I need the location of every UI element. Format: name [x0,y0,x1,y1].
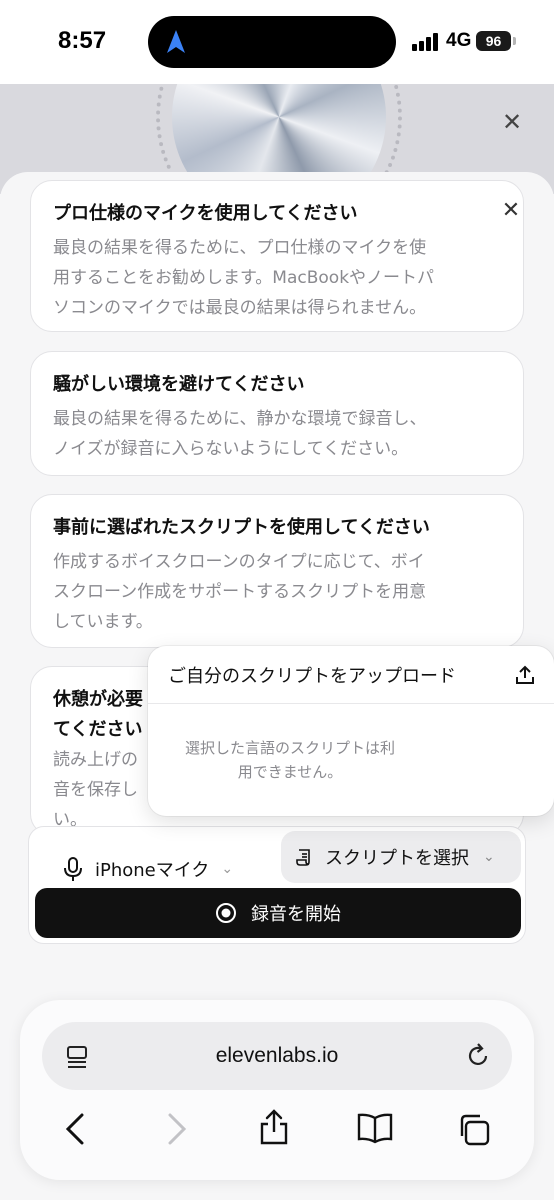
upload-icon [516,665,534,684]
microphone-label: iPhoneマイク [95,860,210,881]
tip-card-microphone: プロ仕様のマイクを使用してください 最良の結果を得るために、プロ仕様のマイクを使… [30,180,524,332]
upload-script-option[interactable]: ご自分のスクリプトをアップロード [148,646,554,704]
browser-toolbar: elevenlabs.io [20,1000,534,1180]
start-recording-button[interactable]: 録音を開始 [35,888,521,938]
tip-body: 最良の結果を得るために、プロ仕様のマイクを使 用することをお勧めします。MacB… [53,238,435,318]
tabs-icon[interactable] [456,1112,492,1148]
recording-controls: iPhoneマイク ⌄ スクリプトを選択 ⌄ 録音を開始 [28,826,526,944]
forward-icon[interactable] [166,1112,188,1146]
signal-icon [412,33,438,51]
tip-body: 最良の結果を得るために、静かな環境で録音し、 ノイズが録音に入らないようにしてく… [53,409,427,459]
script-select[interactable]: スクリプトを選択 ⌄ [281,831,521,883]
back-icon[interactable] [64,1112,86,1146]
script-select-label: スクリプトを選択 [325,848,469,869]
battery-tip [513,37,516,45]
dynamic-island [148,16,396,68]
tip-body: 作成するボイスクローンのタイプに応じて、ボイ スクローン作成をサポートするスクリ… [53,552,427,632]
tip-title: 騒がしい環境を避けてください [53,374,305,395]
status-bar: 8:57 4G 96 [0,0,554,84]
upload-script-label: ご自分のスクリプトをアップロード [168,665,456,687]
script-icon [296,849,310,866]
tip-title: 事前に選ばれたスクリプトを使用してください [53,517,430,538]
record-icon [216,903,236,923]
reload-icon[interactable] [464,1042,492,1070]
address-bar[interactable]: elevenlabs.io [42,1022,512,1090]
location-arrow-icon [167,30,185,53]
close-icon[interactable]: ✕ [499,199,523,223]
microphone-icon [64,857,82,881]
tip-card-script: 事前に選ばれたスクリプトを使用してください 作成するボイスクローンのタイプに応じ… [30,494,524,648]
tip-card-environment: 騒がしい環境を避けてください 最良の結果を得るために、静かな環境で録音し、 ノイ… [30,351,524,476]
battery-indicator: 96 [476,31,511,51]
status-time: 8:57 [58,27,107,54]
chevron-down-icon: ⌄ [221,861,234,877]
share-icon[interactable] [258,1108,290,1146]
chevron-down-icon: ⌄ [483,849,495,865]
network-type: 4G [446,30,472,51]
script-dropdown: ご自分のスクリプトをアップロード 選択した言語のスクリプトは利 用できません。 [148,646,554,816]
bookmarks-icon[interactable] [356,1112,394,1144]
start-recording-label: 録音を開始 [251,904,341,925]
url-text: elevenlabs.io [215,1044,339,1067]
no-scripts-message: 選択した言語のスクリプトは利 用できません。 [184,739,395,781]
close-icon[interactable]: ✕ [502,110,522,134]
tip-title: プロ仕様のマイクを使用してください [53,203,358,224]
